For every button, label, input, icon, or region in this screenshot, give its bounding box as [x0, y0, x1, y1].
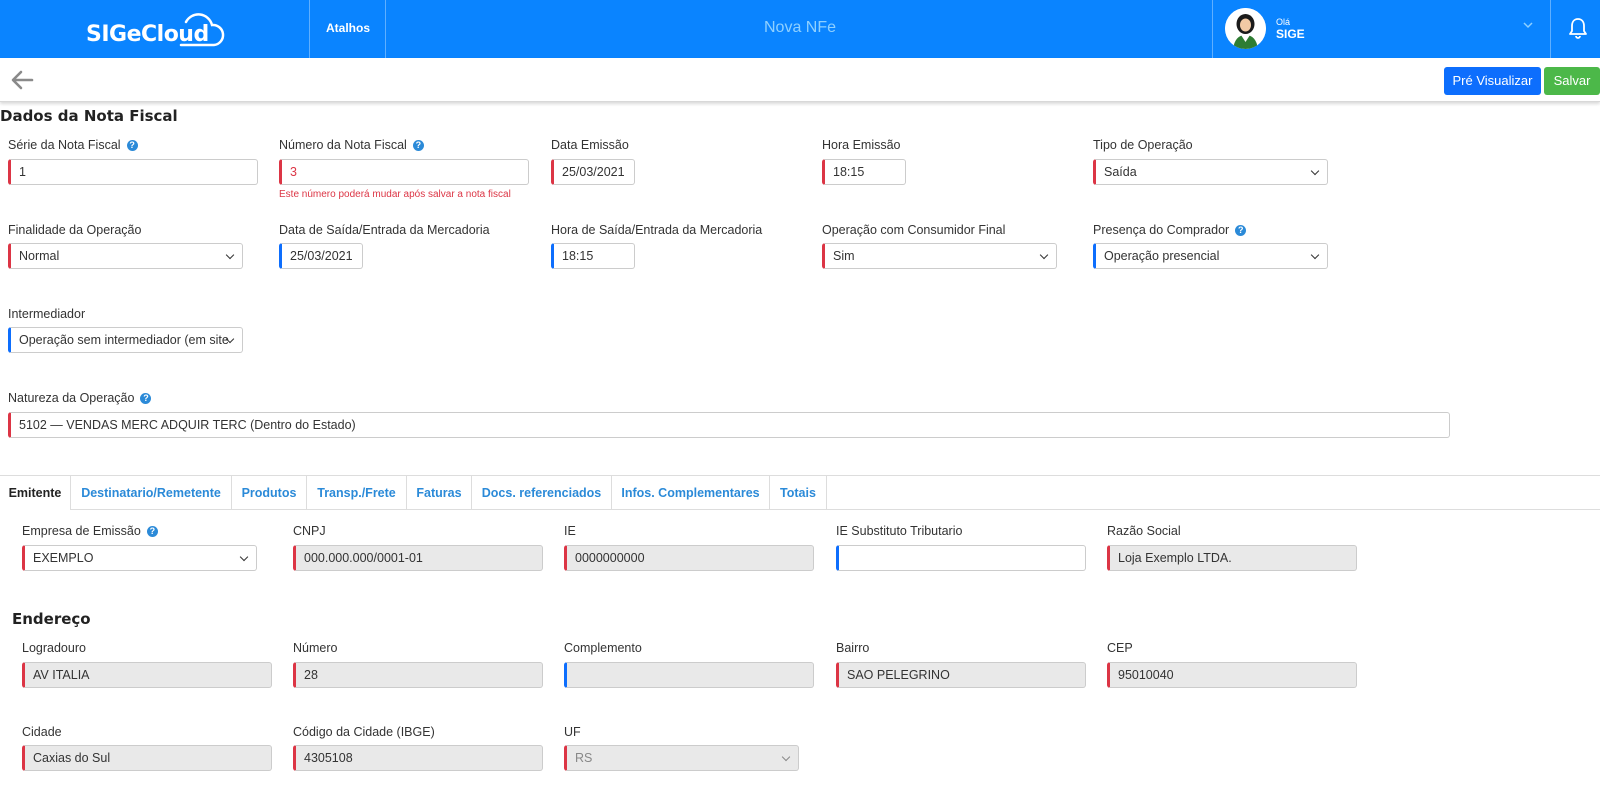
serie-label: Série da Nota Fiscal?: [8, 138, 138, 152]
tab-destinatario[interactable]: Destinatario/Remetente: [71, 476, 232, 510]
section-title-address: Endereço: [12, 610, 91, 628]
bairro-input[interactable]: SAO PELEGRINO: [836, 662, 1086, 688]
ie-label: IE: [564, 524, 576, 538]
help-icon[interactable]: ?: [126, 140, 138, 151]
tab-faturas[interactable]: Faturas: [407, 476, 472, 510]
numero-endereco-label: Número: [293, 641, 338, 655]
person-icon: [1225, 8, 1266, 49]
presenca-label: Presença do Comprador?: [1093, 223, 1247, 237]
serie-input[interactable]: 1: [8, 159, 258, 185]
action-bar: Pré Visualizar Salvar: [0, 58, 1600, 102]
consumidor-final-label: Operação com Consumidor Final: [822, 223, 1006, 237]
cidade-input[interactable]: Caxias do Sul: [22, 745, 272, 771]
empresa-label: Empresa de Emissão?: [22, 524, 158, 538]
uf-label: UF: [564, 725, 581, 739]
top-bar: SIGeCloud Atalhos Nova NFe Olá SIGE: [0, 0, 1600, 58]
divider: [1212, 0, 1213, 58]
sige-cloud-logo[interactable]: SIGeCloud: [86, 10, 226, 50]
ie-st-label: IE Substituto Tributario: [836, 524, 963, 538]
greeting-text: Olá: [1276, 17, 1291, 27]
razao-input[interactable]: Loja Exemplo LTDA.: [1107, 545, 1357, 571]
cep-input[interactable]: 95010040: [1107, 662, 1357, 688]
bell-icon[interactable]: [1566, 16, 1590, 40]
hora-emissao-input[interactable]: 18:15: [822, 159, 906, 185]
ibge-input[interactable]: 4305108: [293, 745, 543, 771]
preview-button[interactable]: Pré Visualizar: [1444, 67, 1541, 95]
help-icon[interactable]: ?: [140, 393, 152, 404]
tab-produtos[interactable]: Produtos: [232, 476, 307, 510]
back-arrow-icon[interactable]: [10, 69, 34, 91]
tab-docs-referenciados[interactable]: Docs. referenciados: [472, 476, 612, 510]
finalidade-select[interactable]: Normal: [8, 243, 243, 269]
hora-emissao-label: Hora Emissão: [822, 138, 901, 152]
natureza-label: Natureza da Operação?: [8, 391, 152, 405]
tab-transp-frete[interactable]: Transp./Frete: [307, 476, 407, 510]
uf-select[interactable]: RS: [564, 745, 799, 771]
numero-hint: Este número poderá mudar após salvar a n…: [279, 189, 511, 200]
consumidor-final-select[interactable]: Sim: [822, 243, 1057, 269]
save-button[interactable]: Salvar: [1544, 67, 1600, 95]
divider: [385, 0, 386, 58]
intermediador-label: Intermediador: [8, 307, 86, 321]
complemento-label: Complemento: [564, 641, 642, 655]
data-saida-label: Data de Saída/Entrada da Mercadoria: [279, 223, 490, 237]
finalidade-label: Finalidade da Operação: [8, 223, 142, 237]
help-icon[interactable]: ?: [412, 140, 424, 151]
tipo-operacao-label: Tipo de Operação: [1093, 138, 1193, 152]
complemento-input[interactable]: [564, 662, 814, 688]
razao-label: Razão Social: [1107, 524, 1181, 538]
logradouro-label: Logradouro: [22, 641, 86, 655]
user-name: SIGE: [1276, 27, 1305, 41]
cnpj-input[interactable]: 000.000.000/0001-01: [293, 545, 543, 571]
help-icon[interactable]: ?: [1235, 225, 1247, 236]
data-emissao-input[interactable]: 25/03/2021: [551, 159, 635, 185]
divider: [1550, 0, 1551, 58]
tab-emitente[interactable]: Emitente: [0, 476, 71, 510]
hora-saida-label: Hora de Saída/Entrada da Mercadoria: [551, 223, 763, 237]
logradouro-input[interactable]: AV ITALIA: [22, 662, 272, 688]
ie-input[interactable]: 0000000000: [564, 545, 814, 571]
ie-st-input[interactable]: [836, 545, 1086, 571]
empresa-select[interactable]: EXEMPLO: [22, 545, 257, 571]
cnpj-label: CNPJ: [293, 524, 326, 538]
page-title: Nova NFe: [763, 19, 837, 36]
numero-label: Número da Nota Fiscal?: [279, 138, 424, 152]
numero-endereco-input[interactable]: 28: [293, 662, 543, 688]
logo-text: SIGeCloud: [86, 22, 209, 47]
section-title-invoice: Dados da Nota Fiscal: [0, 107, 178, 125]
tab-infos-complementares[interactable]: Infos. Complementares: [612, 476, 770, 510]
tab-bar: Emitente Destinatario/Remetente Produtos…: [0, 475, 1600, 510]
shortcuts-menu[interactable]: Atalhos: [310, 0, 386, 58]
bairro-label: Bairro: [836, 641, 870, 655]
natureza-input[interactable]: 5102 — VENDAS MERC ADQUIR TERC (Dentro d…: [8, 412, 1450, 438]
help-icon[interactable]: ?: [146, 526, 158, 537]
tab-totais[interactable]: Totais: [770, 476, 827, 510]
chevron-down-icon[interactable]: [1521, 18, 1535, 32]
cidade-label: Cidade: [22, 725, 62, 739]
numero-input[interactable]: 3: [279, 159, 529, 185]
hora-saida-input[interactable]: 18:15: [551, 243, 635, 269]
user-avatar[interactable]: [1225, 8, 1266, 49]
tipo-operacao-select[interactable]: Saída: [1093, 159, 1328, 185]
presenca-select[interactable]: Operação presencial: [1093, 243, 1328, 269]
intermediador-select[interactable]: Operação sem intermediador (em site: [8, 327, 243, 353]
cep-label: CEP: [1107, 641, 1133, 655]
data-emissao-label: Data Emissão: [551, 138, 629, 152]
data-saida-input[interactable]: 25/03/2021: [279, 243, 363, 269]
ibge-label: Código da Cidade (IBGE): [293, 725, 435, 739]
